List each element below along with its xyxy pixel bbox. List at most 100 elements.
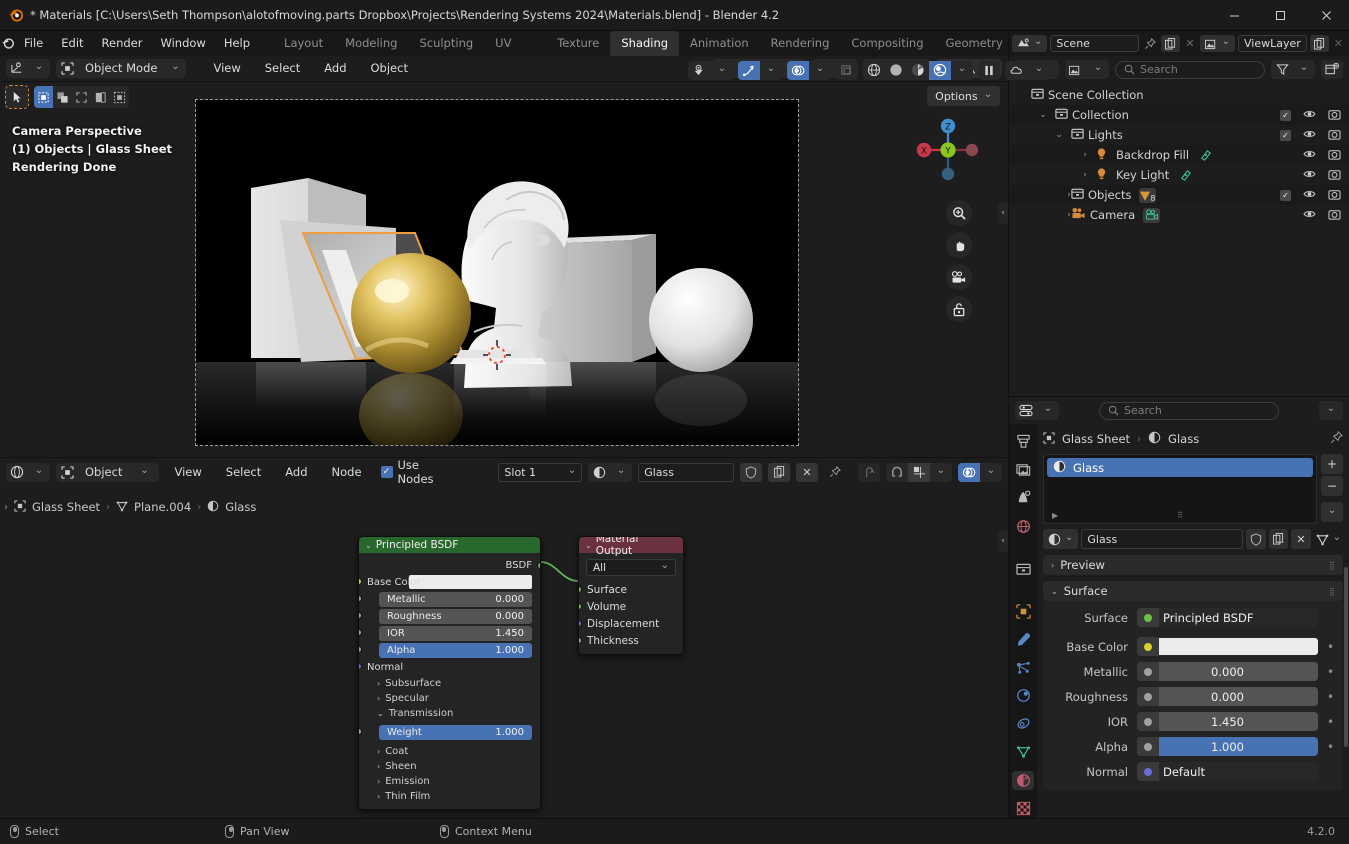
pin-node-tree-icon[interactable] [824,463,846,482]
light-data-icon[interactable] [1177,168,1194,183]
shading-mode-group[interactable] [863,60,973,80]
workspace-tab-rendering[interactable]: Rendering [760,31,841,56]
scene-browse-icon[interactable] [1012,35,1048,52]
viewport-menu-select[interactable]: Select [256,59,309,78]
overlays-dropdown[interactable] [787,60,831,80]
toggle-ortho-icon[interactable] [946,296,972,322]
shader-menu-select[interactable]: Select [217,463,270,482]
node-input-base-color[interactable]: Base Color [359,574,532,590]
node-principled-bsdf[interactable]: ⌄ Principled BSDF BSDF Base Color Metall… [358,536,541,810]
interaction-mode-dropdown[interactable]: Object Mode [56,59,187,78]
gizmo-toggle-icon[interactable] [738,60,760,80]
material-slot-specials-menu[interactable] [1321,502,1343,522]
panel-drag-grip[interactable]: ⣿ [1329,587,1336,596]
expand-lights-icon[interactable]: ⌄ [1051,130,1067,140]
outliner-editor[interactable]: Search Scene Collection [1009,56,1349,396]
outliner-row-lights[interactable]: ⌄ Lights ✓ [1009,125,1349,145]
node-input-ior[interactable]: IOR 1.450 [359,625,532,641]
node-overlays-dropdown[interactable] [958,462,1002,482]
animate-base-color-dot[interactable]: • [1326,641,1335,653]
outliner-row-camera[interactable]: › Camera [1009,205,1349,225]
node-header-material-output[interactable]: ⌄ Material Output [579,537,683,557]
property-value-base-color[interactable] [1137,637,1318,656]
shading-rendered-icon[interactable] [929,60,951,80]
node-input-surface[interactable]: Surface [579,581,675,598]
properties-scrollbar[interactable] [1344,567,1348,747]
cloud-icon[interactable] [1005,61,1028,80]
menu-window[interactable]: Window [151,31,214,56]
xray-icon[interactable] [836,61,858,80]
new-collection-button[interactable] [1321,60,1343,79]
property-value-metallic[interactable]: 0.000 [1137,662,1318,681]
node-input-roughness[interactable]: Roughness 0.000 [359,608,532,624]
node-input-transmission-weight[interactable]: Weight 1.000 [359,724,532,740]
node-header-principled-bsdf[interactable]: ⌄ Principled BSDF [359,537,540,553]
hide-in-viewport-icon[interactable] [1303,168,1316,182]
workspace-tab-modeling[interactable]: Modeling [334,31,408,56]
shading-chevron-icon[interactable] [951,61,973,80]
properties-tab-data[interactable] [1012,742,1034,761]
select-box-icon[interactable] [34,86,53,108]
node-section-subsurface[interactable]: › Subsurface [377,676,532,690]
node-sidebar-toggle-icon[interactable]: ‹ [998,530,1008,552]
pan-icon[interactable] [946,232,972,258]
node-snap-chevron-icon[interactable] [930,463,952,482]
properties-tab-render[interactable] [1012,460,1034,479]
sidebar-toggle-arrow-icon[interactable]: ‹ [998,202,1008,224]
disable-in-renders-icon[interactable] [1328,168,1341,183]
minimize-button[interactable] [1211,0,1257,31]
animate-metallic-dot[interactable]: • [1326,666,1335,678]
rendered-scene[interactable] [195,99,799,457]
editor-type-button[interactable] [6,59,50,78]
navigation-gizmo[interactable]: Z X Y [910,112,986,188]
fake-user-icon[interactable] [1246,529,1267,549]
node-input-metallic[interactable]: Metallic 0.000 [359,591,532,607]
node-base-color-swatch[interactable] [409,575,532,589]
editor-type-3dview-icon[interactable] [6,59,28,78]
pause-icon[interactable] [978,61,1000,80]
socket-metallic[interactable] [359,595,362,602]
socket-surface[interactable] [579,586,582,593]
properties-editor-type-chevron-icon[interactable] [1037,401,1059,420]
disable-in-renders-icon[interactable] [1328,128,1341,143]
node-material-output[interactable]: ⌄ Material Output All Surface Volume [578,536,684,655]
hide-in-viewport-icon[interactable] [1303,188,1316,202]
properties-tab-tool[interactable] [1012,432,1034,451]
viewlayer-name-field[interactable]: ViewLayer [1238,35,1307,52]
workspace-tab-animation[interactable]: Animation [679,31,760,56]
viewport-options-dropdown[interactable]: Options [927,86,1000,106]
panel-header-preview[interactable]: › Preview ⣿ [1043,555,1343,575]
disable-in-renders-icon[interactable] [1328,148,1341,163]
outliner-row-scene-collection[interactable]: Scene Collection [1009,85,1349,105]
socket-thickness[interactable] [579,637,582,644]
properties-options-chevron-icon[interactable] [1319,401,1343,420]
menu-render[interactable]: Render [93,31,152,56]
shader-menu-node[interactable]: Node [323,463,371,482]
light-data-icon[interactable] [1197,148,1214,163]
property-value-surface[interactable]: Principled BSDF [1137,608,1318,627]
shading-solid-icon[interactable] [885,61,907,80]
mesh-data-icon[interactable]: 8 [1139,187,1157,203]
breadcrumb-material-label[interactable]: Glass [225,500,256,514]
socket-normal[interactable] [359,663,362,670]
node-section-specular[interactable]: › Specular [377,691,532,705]
editor-type-chevron-icon[interactable] [28,59,50,78]
node-overlays-icon[interactable] [958,462,980,482]
properties-tab-material[interactable] [1012,770,1034,790]
node-snapping-group[interactable] [886,462,952,482]
breadcrumb-object-label[interactable]: Glass Sheet [32,500,100,514]
node-collapse-icon[interactable]: ⌄ [365,541,372,550]
add-material-slot-button[interactable]: + [1321,454,1343,474]
select-circle-icon[interactable] [72,86,91,108]
pin-properties-icon[interactable] [1330,431,1343,447]
hide-in-viewport-icon[interactable] [1303,148,1316,162]
workspace-tab-layout[interactable]: Layout [273,31,334,56]
workspace-tab-compositing[interactable]: Compositing [840,31,934,56]
menu-file[interactable]: File [15,31,52,56]
world-override-chevron-icon[interactable] [1028,61,1050,80]
material-output-target-dropdown[interactable]: All [586,559,676,576]
view-layer-icon[interactable] [1065,60,1087,79]
socket-roughness[interactable] [359,612,362,619]
world-override-dropdown[interactable] [1005,60,1050,80]
property-value-alpha[interactable]: 1.000 [1137,737,1318,756]
